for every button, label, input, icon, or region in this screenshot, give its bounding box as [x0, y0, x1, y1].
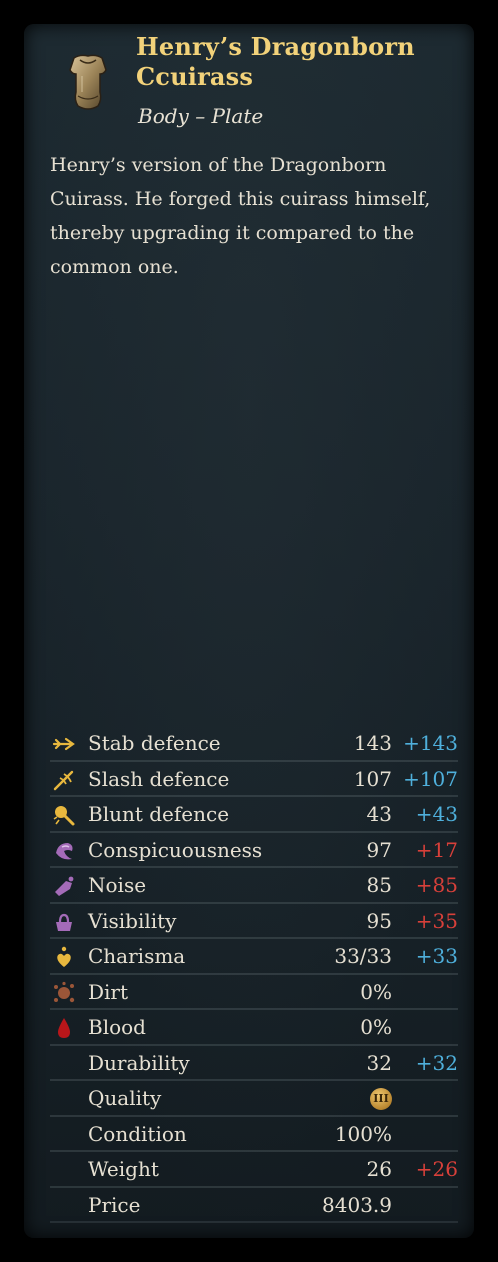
stab-icon — [52, 737, 75, 751]
stat-row-visibility: Visibility 95 +35 — [50, 904, 458, 939]
item-description: Henry’s version of the Dragonborn Cuiras… — [50, 154, 431, 278]
stat-value: 143 — [353, 731, 392, 755]
stat-row-slash: Slash defence 107 +107 — [50, 762, 458, 797]
stat-row-stab: Stab defence 143 +143 — [50, 726, 458, 762]
stat-value: 107 — [353, 766, 392, 791]
charisma-icon — [57, 946, 71, 967]
stat-value: 0% — [360, 1015, 392, 1039]
stat-label: Blood — [88, 1015, 146, 1039]
stat-row-blood: Blood 0% — [50, 1010, 458, 1046]
item-title: Henry’s Dragonborn Ccuirass — [136, 32, 415, 91]
slash-icon — [53, 770, 74, 790]
stat-value: 26 — [366, 1157, 392, 1181]
dirt-icon — [54, 981, 75, 1002]
stat-delta: +33 — [415, 944, 458, 968]
stat-delta: +43 — [415, 802, 458, 826]
cuirass-icon — [69, 54, 107, 110]
stat-delta: +26 — [415, 1157, 458, 1181]
stat-value: 97 — [366, 837, 392, 862]
stat-row-blunt: Blunt defence 43 +43 — [50, 797, 458, 833]
stat-row-weight: Weight 26 +26 — [50, 1152, 458, 1188]
stat-row-conspicuousness: Conspicuousness 97 +17 — [50, 833, 458, 868]
stat-label: Charisma — [88, 944, 186, 968]
stat-value: 8403.9 — [322, 1192, 392, 1217]
blood-icon — [58, 1018, 70, 1038]
stat-row-dirt: Dirt 0% — [50, 975, 458, 1010]
stat-label: Dirt — [88, 979, 129, 1004]
stat-row-durability: Durability 32 +32 — [50, 1046, 458, 1081]
stat-value: 0% — [360, 979, 392, 1004]
stat-label: Visibility — [88, 908, 177, 933]
stat-label: Durability — [88, 1050, 190, 1075]
stat-value: 85 — [366, 873, 392, 897]
stat-label: Condition — [88, 1121, 187, 1146]
stat-label: Conspicuousness — [88, 837, 263, 862]
visibility-icon — [56, 913, 72, 931]
stat-value: 43 — [366, 802, 392, 826]
stat-row-price: Price 8403.9 — [50, 1188, 458, 1223]
stat-row-quality: Quality III — [50, 1081, 458, 1117]
item-tooltip: Henry’s Dragonborn Ccuirass Body – Plate… — [24, 24, 474, 1238]
stat-label: Price — [88, 1192, 141, 1217]
stat-delta: +35 — [415, 908, 458, 933]
stat-label: Slash defence — [88, 766, 230, 791]
stat-value: 33/33 — [334, 944, 392, 968]
stat-row-charisma: Charisma 33/33 +33 — [50, 939, 458, 975]
stat-delta: +107 — [403, 766, 458, 791]
noise-icon — [55, 876, 74, 896]
stat-value: 100% — [334, 1121, 392, 1146]
quality-badge-icon: III — [370, 1088, 392, 1110]
stats-list: Stab defence 143 +143 Slash defence 107 … — [50, 726, 458, 1223]
stat-label: Blunt defence — [88, 802, 230, 826]
item-subtitle: Body – Plate — [138, 104, 264, 128]
stat-row-condition: Condition 100% — [50, 1117, 458, 1152]
stat-label: Stab defence — [88, 731, 221, 755]
stat-value: 95 — [366, 908, 392, 933]
stat-label: Weight — [88, 1157, 159, 1181]
stat-label: Quality — [88, 1086, 162, 1110]
stat-delta: +32 — [415, 1050, 458, 1075]
blunt-icon — [53, 806, 75, 826]
stat-delta: +143 — [403, 731, 458, 755]
conspicuousness-icon — [56, 842, 73, 859]
stat-delta: +85 — [415, 873, 458, 897]
stat-value: 32 — [366, 1050, 392, 1075]
stat-label: Noise — [88, 873, 147, 897]
stat-row-noise: Noise 85 +85 — [50, 868, 458, 904]
stat-delta: +17 — [415, 837, 458, 862]
